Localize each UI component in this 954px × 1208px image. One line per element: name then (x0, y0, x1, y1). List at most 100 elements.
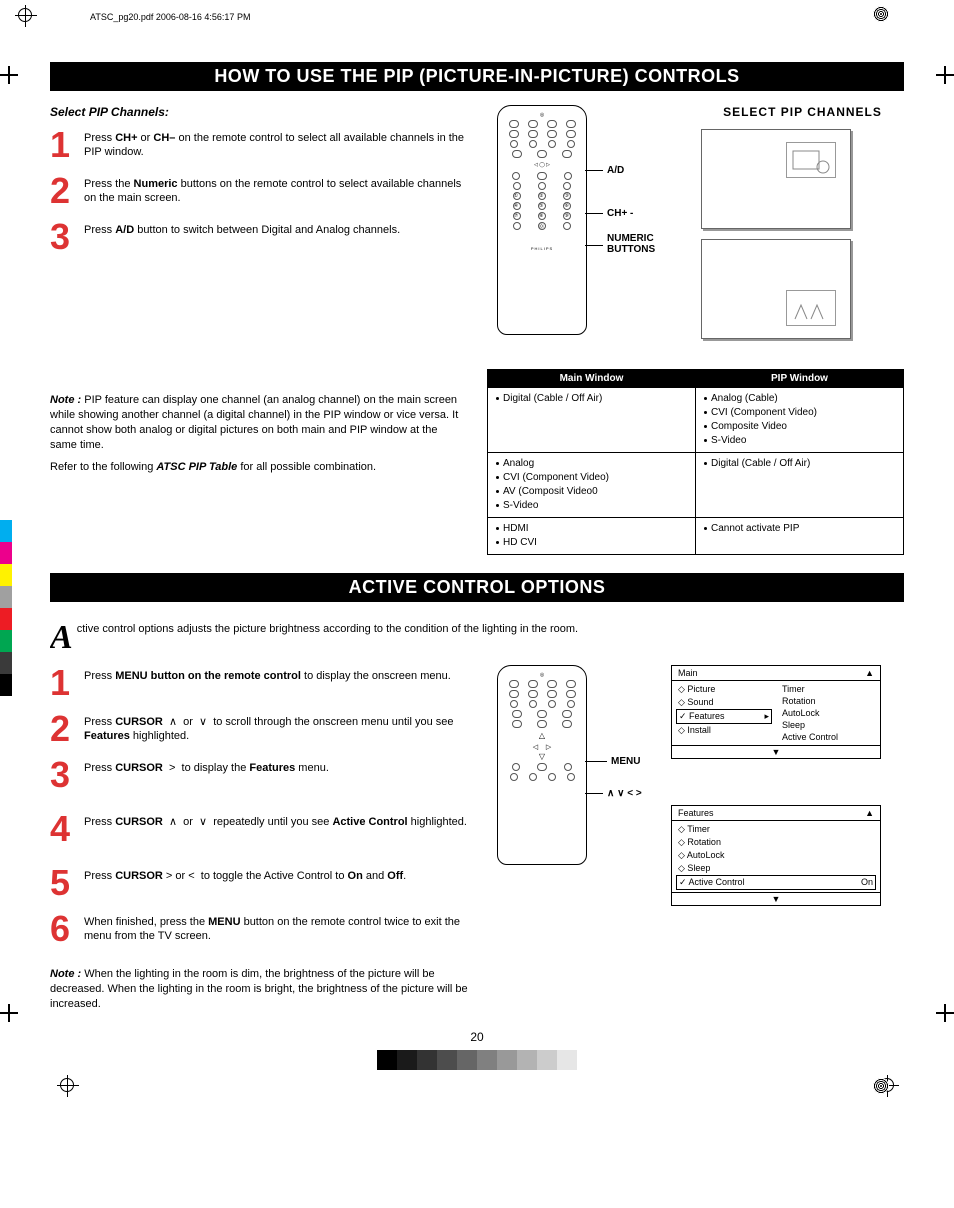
step-text: Press the Numeric buttons on the remote … (84, 173, 467, 206)
crop-mark-icon (2, 1006, 16, 1020)
pip-table: Main Window PIP Window Digital (Cable / … (487, 369, 904, 555)
registration-circle-icon (873, 6, 889, 22)
registration-circle-icon (873, 1078, 889, 1094)
up-arrow-icon: ▲ (865, 808, 874, 818)
side-swatch (0, 542, 12, 564)
swatch (397, 1050, 417, 1070)
tv-figure-1 (701, 129, 851, 229)
side-swatch (0, 652, 12, 674)
side-swatch (0, 564, 12, 586)
step-number: 3 (50, 757, 84, 793)
menu-item: ◇ Rotation (676, 836, 876, 849)
active-control-row: 1Press MENU button on the remote control… (50, 665, 904, 957)
step: 1Press CH+ or CH– on the remote control … (50, 127, 467, 163)
step: 2Press CURSOR ∧ or ∨ to scroll through t… (50, 711, 467, 747)
callout-menu: MENU (611, 756, 640, 767)
step: 6When finished, press the MENU button on… (50, 911, 467, 947)
step-text: Press CURSOR ∧ or ∨ to scroll through th… (84, 711, 467, 744)
step-text: Press CURSOR > to display the Features m… (84, 757, 467, 775)
crop-mark-icon (938, 68, 952, 82)
registration-mark-icon (18, 8, 32, 22)
callout-ch: CH+ - (607, 208, 633, 219)
remote-figure: ◎ ◁ ◯ ▷ ①②③ ④⑤⑥ ⑦⑧⑨ ⓪ PHIL (487, 105, 687, 365)
manual-page: ATSC_pg20.pdf 2006-08-16 4:56:17 PM HOW … (0, 0, 954, 1100)
step-number: 6 (50, 911, 84, 947)
remote-figure-2: ◎ △ ◁ ▷ ▽ (487, 665, 657, 945)
down-arrow-icon: ▼ (672, 892, 880, 905)
swatch (557, 1050, 577, 1070)
step-number: 3 (50, 219, 84, 255)
crop-mark-icon (938, 1006, 952, 1020)
table-cell: Digital (Cable / Off Air) (488, 388, 696, 453)
registration-mark-icon (60, 1078, 74, 1092)
table-cell: Cannot activate PIP (696, 518, 904, 555)
osd-menu-main: Main▲ ◇ Picture◇ Sound✓ Features ▸◇ Inst… (671, 665, 881, 759)
side-swatch (0, 586, 12, 608)
step: 3Press A/D button to switch between Digi… (50, 219, 467, 255)
pip-channels-title: SELECT PIP CHANNELS (701, 105, 904, 119)
step-text: Press CURSOR > or < to toggle the Active… (84, 865, 467, 883)
pip-note2: Refer to the following ATSC PIP Table fo… (50, 460, 467, 475)
step-text: When finished, press the MENU button on … (84, 911, 467, 944)
osd-menu-features: Features▲ ◇ Timer◇ Rotation◇ AutoLock◇ S… (671, 805, 881, 906)
down-arrow-icon: ▼ (672, 745, 880, 758)
tv-figure-2 (701, 239, 851, 339)
section-title-pip: HOW TO USE THE PIP (PICTURE-IN-PICTURE) … (50, 62, 904, 91)
menu-item: Sleep (780, 719, 876, 731)
drop-cap: A (50, 624, 73, 651)
side-swatch (0, 674, 12, 696)
step-number: 4 (50, 811, 84, 847)
step-text: Press CURSOR ∧ or ∨ repeatedly until you… (84, 811, 467, 829)
menu-item: ◇ Picture (676, 683, 772, 696)
menu-item: ◇ Install (676, 724, 772, 737)
callout-cursor-arrows: ∧ ∨ < > (607, 788, 642, 799)
pip-content-row: Select PIP Channels: 1Press CH+ or CH– o… (50, 105, 904, 555)
swatch (517, 1050, 537, 1070)
step-number: 1 (50, 127, 84, 163)
table-cell: AnalogCVI (Component Video)AV (Composit … (488, 453, 696, 518)
menu-item: ◇ Timer (676, 823, 876, 836)
step-text: Press MENU button on the remote control … (84, 665, 467, 683)
up-arrow-icon: ▲ (865, 668, 874, 678)
pip-steps: 1Press CH+ or CH– on the remote control … (50, 127, 467, 255)
table-header-main: Main Window (488, 370, 696, 388)
table-cell: Digital (Cable / Off Air) (696, 453, 904, 518)
step: 1Press MENU button on the remote control… (50, 665, 467, 701)
step-text: Press A/D button to switch between Digit… (84, 219, 467, 237)
step: 4Press CURSOR ∧ or ∨ repeatedly until yo… (50, 811, 467, 847)
step-number: 5 (50, 865, 84, 901)
grayscale-calibration-bar (50, 1050, 904, 1070)
active-control-steps: 1Press MENU button on the remote control… (50, 665, 467, 947)
side-swatch (0, 608, 12, 630)
swatch (437, 1050, 457, 1070)
side-color-bar (0, 520, 12, 696)
active-control-intro: A ctive control options adjusts the pict… (50, 616, 904, 651)
step-text: Press CH+ or CH– on the remote control t… (84, 127, 467, 160)
menu-item: ◇ Sleep (676, 862, 876, 875)
active-control-note: Note : When the lighting in the room is … (50, 967, 480, 1012)
remote-brand: PHILIPS (504, 246, 580, 251)
side-swatch (0, 520, 12, 542)
table-cell: Analog (Cable)CVI (Component Video)Compo… (696, 388, 904, 453)
table-header-pip: PIP Window (696, 370, 904, 388)
table-cell: HDMIHD CVI (488, 518, 696, 555)
swatch (537, 1050, 557, 1070)
side-swatch (0, 630, 12, 652)
menu-item: ◇ Sound (676, 696, 772, 709)
step: 2Press the Numeric buttons on the remote… (50, 173, 467, 209)
step: 3Press CURSOR > to display the Features … (50, 757, 467, 793)
menu-item: Active Control (780, 731, 876, 743)
pip-note: Note : PIP feature can display one chann… (50, 393, 467, 452)
pdf-header: ATSC_pg20.pdf 2006-08-16 4:56:17 PM (90, 12, 904, 22)
menu-item: ✓ Active ControlOn (676, 875, 876, 890)
swatch (497, 1050, 517, 1070)
swatch (477, 1050, 497, 1070)
swatch (457, 1050, 477, 1070)
crop-mark-icon (2, 68, 16, 82)
menu-item: Rotation (780, 695, 876, 707)
menu-item: ✓ Features ▸ (676, 709, 772, 724)
menu-item: AutoLock (780, 707, 876, 719)
menu-item: ◇ AutoLock (676, 849, 876, 862)
swatch (417, 1050, 437, 1070)
swatch (377, 1050, 397, 1070)
